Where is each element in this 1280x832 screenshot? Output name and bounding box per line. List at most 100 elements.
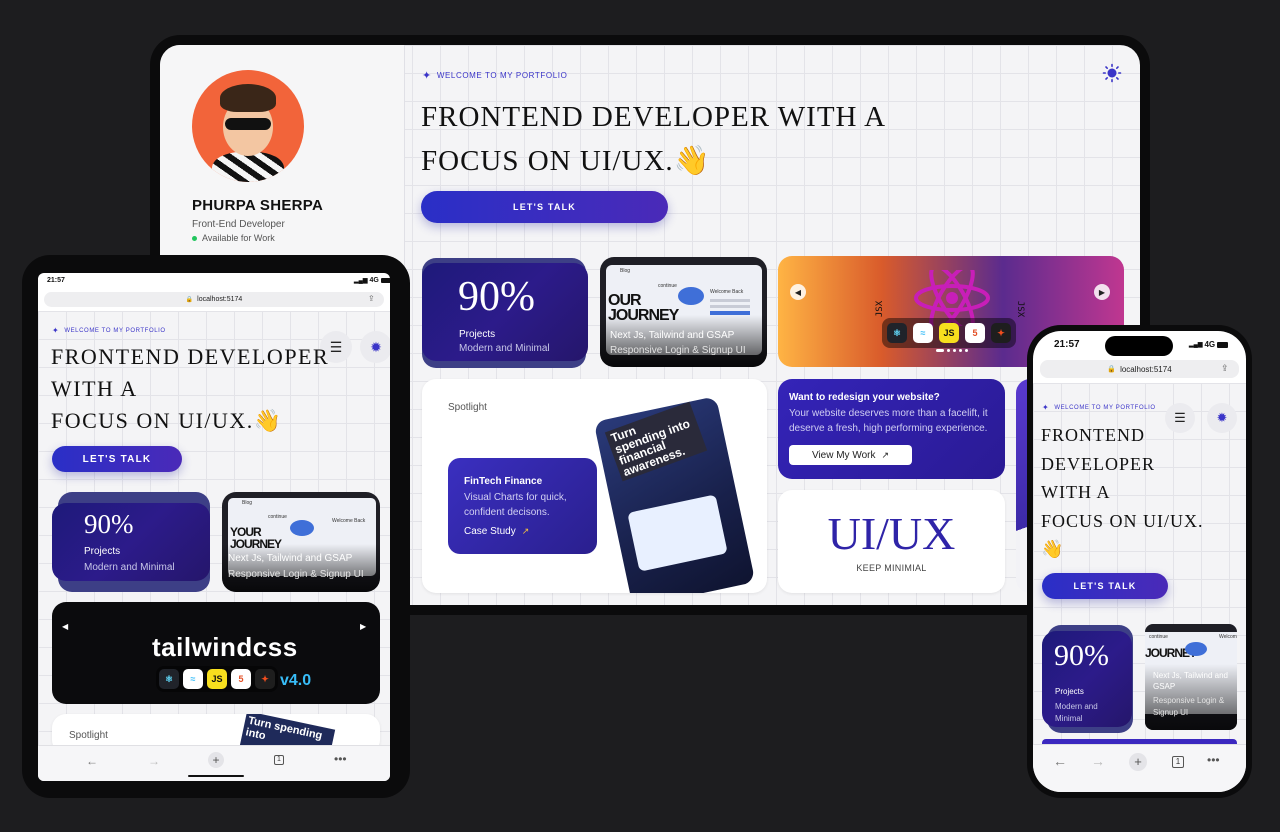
share-icon[interactable]: ⇪ bbox=[1221, 363, 1229, 374]
hero-line-1: FRONTEND DEVELOPER bbox=[51, 344, 330, 369]
new-tab-icon[interactable]: + bbox=[1129, 753, 1147, 771]
case-study-link[interactable]: Case Study ↗ bbox=[464, 526, 529, 537]
avatar-hair bbox=[220, 84, 276, 112]
projects-label: Projects bbox=[459, 329, 496, 340]
profile-name: PHURPA SHERPA bbox=[192, 197, 324, 214]
tailwind-wordmark: tailwindcss bbox=[152, 632, 298, 662]
back-icon[interactable]: ← bbox=[86, 754, 98, 768]
redesign-card: Want to redesign your website? Your webs… bbox=[778, 379, 1005, 479]
battery-icon bbox=[1217, 341, 1229, 348]
blog-card[interactable]: continue Welcom JOURNEY Next Js, Tailwin… bbox=[1145, 624, 1237, 730]
tailwind-badge-icon: ≈ bbox=[183, 669, 203, 689]
theme-toggle-button[interactable]: ✹ bbox=[360, 331, 390, 363]
avatar-glasses bbox=[225, 118, 271, 130]
case-study-text: Case Study bbox=[464, 526, 516, 537]
hero-line-2: FOCUS ON UI/UX.👋 bbox=[421, 145, 711, 177]
phone-time: 21:57 bbox=[1054, 339, 1080, 350]
projects-card[interactable]: 90% Projects Modern and Minimal bbox=[422, 263, 588, 361]
blog-form-line bbox=[710, 299, 750, 302]
hero-line-2: DEVELOPER bbox=[1041, 453, 1155, 474]
blog-title: Next Js, Tailwind and GSAP bbox=[1153, 671, 1228, 691]
view-my-work-button[interactable]: View My Work ↗ bbox=[789, 445, 912, 465]
phone-signal: ▂▄▆ 4G bbox=[1189, 340, 1229, 349]
blog-welcome-back: Welcome Back bbox=[710, 289, 744, 295]
projects-card[interactable]: 90% Projects Modern and Minimal bbox=[52, 503, 210, 581]
jsx-label-right: JSX bbox=[1015, 300, 1026, 318]
tablet-screen: 21:57 ▂▄▆ 4G 🔒 localhost:5174 ⇪ ✦ WELCOM… bbox=[38, 273, 390, 781]
tablet-network: 4G bbox=[369, 277, 379, 284]
new-tab-icon[interactable]: + bbox=[208, 752, 224, 768]
tab-count-icon[interactable]: 1 bbox=[274, 755, 284, 765]
blog-overlay bbox=[222, 544, 380, 592]
tech-badges: ⚛ ≈ JS 5 ✦ bbox=[156, 666, 278, 692]
blog-welcome: Welcom bbox=[1219, 634, 1237, 640]
sparkle-icon: ✦ bbox=[1042, 403, 1050, 412]
phone-url-bar[interactable]: 🔒 localhost:5174 bbox=[1040, 360, 1239, 378]
projects-card[interactable]: 90% Projects Modern and Minimal bbox=[1042, 631, 1132, 727]
sun-icon: ✹ bbox=[370, 338, 382, 355]
blog-sub: Responsive Login & Signup UI bbox=[228, 569, 364, 580]
home-indicator bbox=[188, 775, 244, 777]
carousel-prev-icon[interactable]: ◀ bbox=[62, 622, 68, 631]
redesign-title: Want to redesign your website? bbox=[789, 392, 940, 403]
hero-line-1: FRONTEND DEVELOPER WITH A bbox=[421, 101, 887, 133]
react-badge-icon: ⚛ bbox=[887, 323, 907, 343]
tablet-url: localhost:5174 bbox=[197, 296, 243, 303]
profile-role: Front-End Developer bbox=[192, 219, 285, 230]
tab-count-icon[interactable]: 1 bbox=[1172, 756, 1184, 768]
projects-sub: Modern and Minimal bbox=[84, 562, 175, 573]
projects-number: 90% bbox=[84, 509, 134, 539]
mockup-chart bbox=[627, 494, 728, 572]
spotlight-card[interactable]: Spotlight Turn spending into financial a… bbox=[422, 379, 767, 593]
spotlight-label: Spotlight bbox=[448, 402, 487, 413]
signal-icon: ▂▄▆ bbox=[354, 278, 368, 284]
lets-talk-button[interactable]: LET'S TALK bbox=[421, 191, 668, 223]
signal-icon: ▂▄▆ bbox=[1189, 342, 1203, 348]
status-dot-icon bbox=[192, 235, 197, 241]
phone-network: 4G bbox=[1204, 340, 1216, 349]
more-icon[interactable]: ••• bbox=[334, 752, 347, 766]
lets-talk-button[interactable]: LET'S TALK bbox=[52, 446, 182, 472]
carousel-dots[interactable] bbox=[936, 349, 968, 352]
avatar bbox=[192, 70, 304, 182]
forward-icon[interactable]: → bbox=[1091, 753, 1105, 769]
blog-sub: Responsive Login & Signup UI bbox=[610, 345, 746, 356]
hero-line-3: WITH A bbox=[1041, 482, 1111, 502]
battery-icon bbox=[380, 278, 390, 283]
share-icon[interactable]: ⇪ bbox=[368, 294, 375, 303]
blog-illustration bbox=[678, 287, 704, 305]
view-my-work-text: View My Work bbox=[811, 449, 876, 461]
theme-toggle-button[interactable]: ✹ bbox=[1207, 403, 1237, 433]
tailwind-logo-icon bbox=[82, 604, 148, 704]
back-icon[interactable]: ← bbox=[1053, 753, 1067, 769]
lets-talk-button[interactable]: LET'S TALK bbox=[1042, 573, 1168, 599]
tailwind-carousel-card[interactable]: ◀ ▶ tailwindcss ⚛ ≈ JS 5 ✦ v4.0 bbox=[52, 602, 380, 704]
theme-toggle-sun-icon[interactable] bbox=[1100, 61, 1124, 85]
carousel-next-icon[interactable]: ▶ bbox=[1094, 284, 1110, 300]
blog-welcome-back: Welcome Back bbox=[332, 518, 366, 524]
external-link-icon: ↗ bbox=[521, 526, 530, 536]
blog-brand: Blog bbox=[620, 268, 631, 274]
projects-sub: Modern and Minimal bbox=[459, 343, 550, 354]
more-icon[interactable]: ••• bbox=[1207, 753, 1220, 767]
external-link-icon: ↗ bbox=[881, 449, 890, 460]
uiux-card: UI/UX KEEP MINIMIAL bbox=[778, 490, 1005, 593]
hero-line-1: FRONTEND bbox=[1041, 425, 1146, 445]
welcome-tag: ✦ WELCOME TO MY PORTFOLIO bbox=[52, 326, 166, 335]
hero-line-4: FOCUS ON UI/UX. bbox=[1041, 510, 1204, 531]
lock-icon: 🔒 bbox=[185, 297, 194, 303]
phone-browser-toolbar: ← → + 1 ••• bbox=[1033, 744, 1246, 792]
tailwind-version: v4.0 bbox=[280, 672, 312, 689]
blog-card[interactable]: Blog continue Welcome Back OUR JOURNEY N… bbox=[600, 257, 767, 367]
projects-sub: Modern and Minimal bbox=[1055, 702, 1098, 723]
javascript-badge-icon: JS bbox=[939, 323, 959, 343]
sparkle-icon: ✦ bbox=[52, 326, 60, 335]
fintech-card[interactable]: FinTech Finance Visual Charts for quick,… bbox=[448, 458, 597, 554]
forward-icon[interactable]: → bbox=[148, 754, 160, 768]
figma-badge-icon: ✦ bbox=[255, 669, 275, 689]
blog-card[interactable]: Blog continue Welcome Back YOUR JOURNEY … bbox=[222, 492, 380, 592]
carousel-prev-icon[interactable]: ◀ bbox=[790, 284, 806, 300]
tablet-url-bar[interactable]: 🔒 localhost:5174 bbox=[44, 292, 384, 307]
carousel-next-icon[interactable]: ▶ bbox=[360, 622, 366, 631]
tablet-time: 21:57 bbox=[47, 277, 65, 284]
